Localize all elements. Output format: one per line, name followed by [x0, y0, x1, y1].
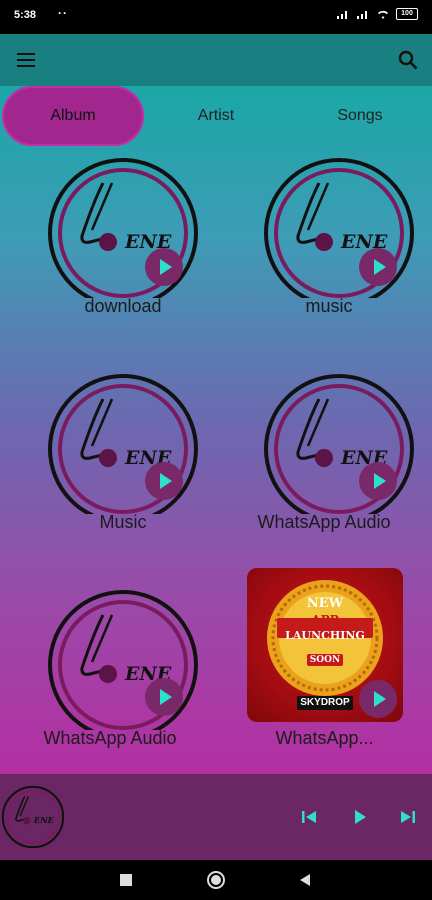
play-button[interactable]: [359, 680, 397, 718]
back-icon[interactable]: [297, 872, 313, 888]
album-label: Music: [99, 512, 147, 532]
album-tile[interactable]: ENE WhatsApp Audio: [33, 580, 213, 770]
album-art-logo: ENE: [48, 590, 198, 730]
menu-icon[interactable]: [14, 48, 38, 72]
play-button[interactable]: [359, 462, 397, 500]
album-tile[interactable]: ENE download: [33, 148, 213, 338]
status-bar: 5:38 ·· 100: [0, 0, 432, 34]
play-button[interactable]: [145, 678, 183, 716]
skip-next-icon[interactable]: [397, 806, 419, 828]
album-label: WhatsApp Audio: [257, 512, 391, 532]
play-button[interactable]: [145, 462, 183, 500]
home-icon[interactable]: [206, 870, 226, 890]
album-label: WhatsApp Audio: [43, 728, 177, 748]
album-art-logo: ENE: [48, 158, 198, 298]
album-art-logo: ENE: [48, 374, 198, 514]
play-icon[interactable]: [349, 806, 371, 828]
system-nav-bar: [0, 860, 432, 900]
status-time: 5:38: [14, 9, 37, 21]
signal-icon: [337, 11, 347, 19]
wifi-icon: [378, 10, 388, 19]
album-label: music: [305, 296, 353, 316]
battery-icon: 100: [396, 8, 418, 20]
play-icon: [374, 473, 386, 489]
play-icon: [160, 259, 172, 275]
album-art-logo: ENE: [264, 374, 414, 514]
mini-player: ENE: [0, 774, 432, 860]
play-icon: [374, 259, 386, 275]
tab-artist[interactable]: Artist: [146, 86, 286, 146]
play-icon: [374, 691, 386, 707]
album-tile[interactable]: ENE music: [249, 148, 429, 338]
album-tile[interactable]: ENE Music: [33, 364, 213, 554]
recents-icon[interactable]: [119, 873, 133, 887]
album-tile[interactable]: ENE WhatsApp Audio: [249, 364, 429, 554]
poster-line-3: LAUNCHING: [285, 629, 365, 642]
app-bar: [0, 34, 432, 86]
skip-previous-icon[interactable]: [298, 806, 320, 828]
tab-bar: Album Artist Songs: [0, 86, 432, 146]
album-label: download: [84, 296, 162, 316]
tab-songs[interactable]: Songs: [290, 86, 430, 146]
play-icon: [160, 473, 172, 489]
tab-album[interactable]: Album: [2, 86, 144, 146]
album-label: WhatsApp...: [275, 728, 374, 748]
poster-line-1: NEW: [306, 596, 344, 611]
main-content: Album Artist Songs ENE download ENE musi…: [0, 86, 432, 774]
play-button[interactable]: [145, 248, 183, 286]
poster-line-4: SOON: [309, 655, 341, 665]
album-tile[interactable]: NEW APP LAUNCHING SOON SKYDROP WhatsApp.…: [247, 568, 427, 758]
status-notification-dots: ··: [58, 6, 68, 20]
logo-text: ENE: [33, 815, 55, 825]
search-icon[interactable]: [396, 48, 420, 72]
play-icon: [160, 689, 172, 705]
play-button[interactable]: [359, 248, 397, 286]
status-icons: 100: [336, 8, 418, 20]
poster-line-2: APP: [311, 613, 339, 627]
album-art-logo: ENE: [264, 158, 414, 298]
now-playing-art[interactable]: ENE: [2, 786, 64, 848]
signal-icon-2: [357, 11, 367, 19]
